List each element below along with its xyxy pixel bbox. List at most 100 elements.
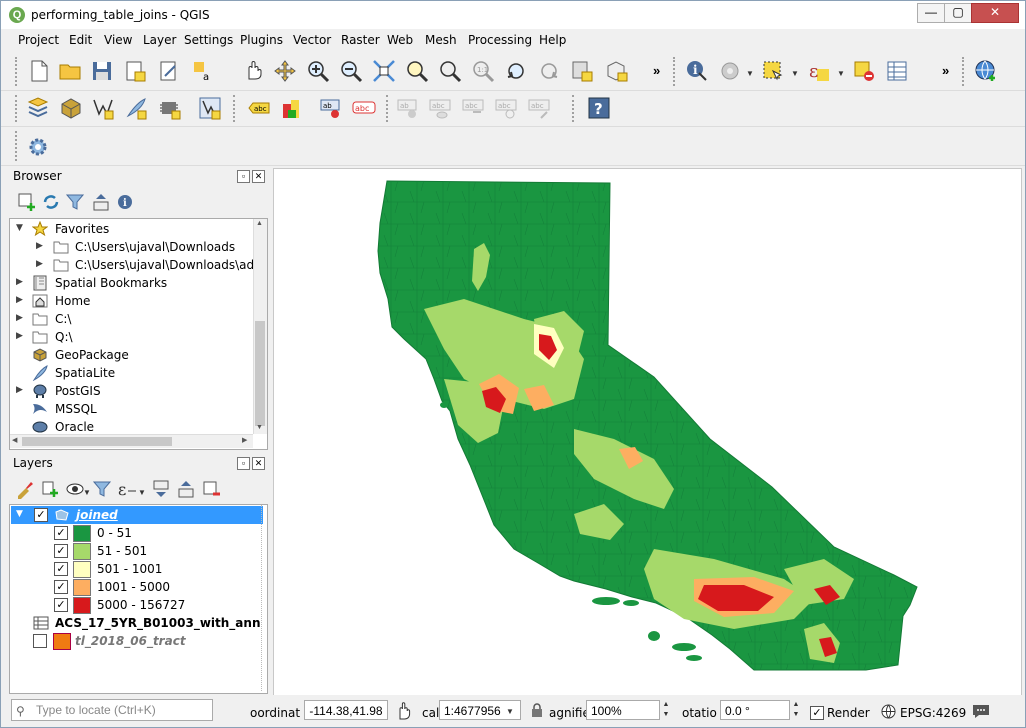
- class-visibility-checkbox[interactable]: ✓: [54, 580, 68, 594]
- class-visibility-checkbox[interactable]: ✓: [54, 598, 68, 612]
- select-features-icon[interactable]: [761, 59, 785, 83]
- deselect-features-icon[interactable]: [852, 59, 876, 83]
- rotate-label-icon[interactable]: abc: [494, 96, 518, 120]
- browser-item-mssql[interactable]: MSSQL: [10, 400, 253, 418]
- manage-map-themes-icon[interactable]: [65, 479, 85, 499]
- collapse-arrow-icon[interactable]: ▼: [16, 509, 23, 519]
- menu-vector[interactable]: Vector: [293, 33, 331, 47]
- crs-button[interactable]: EPSG:4269: [900, 706, 966, 720]
- layout-manager-icon[interactable]: [157, 59, 181, 83]
- toolbar-handle[interactable]: [15, 95, 21, 122]
- menu-mesh[interactable]: Mesh: [425, 33, 457, 47]
- scrollbar-thumb[interactable]: [22, 437, 172, 446]
- render-checkbox[interactable]: ✓: [810, 706, 824, 720]
- zoom-to-selection-icon[interactable]: [405, 59, 429, 83]
- add-wms-layer-icon[interactable]: [974, 59, 998, 83]
- close-panel-icon[interactable]: ✕: [252, 170, 265, 183]
- float-panel-icon[interactable]: ▫: [237, 457, 250, 470]
- maximize-button[interactable]: ▢: [944, 3, 972, 23]
- class-visibility-checkbox[interactable]: ✓: [54, 544, 68, 558]
- new-project-icon[interactable]: [27, 59, 51, 83]
- browser-item-c-drive[interactable]: ▶ C:\: [10, 310, 253, 328]
- legend-class-4[interactable]: ✓ 1001 - 5000: [10, 578, 253, 596]
- dropdown-arrow-icon[interactable]: ▼: [791, 69, 799, 78]
- remove-layer-icon[interactable]: [201, 479, 221, 499]
- layer-visibility-checkbox[interactable]: ✓: [34, 508, 48, 522]
- open-layer-styling-icon[interactable]: [15, 479, 35, 499]
- scroll-right-icon[interactable]: ▶: [242, 436, 247, 444]
- toggle-extents-icon[interactable]: [395, 701, 415, 721]
- toolbar-handle[interactable]: [15, 131, 21, 161]
- close-button[interactable]: ✕: [971, 3, 1019, 23]
- class-visibility-checkbox[interactable]: ✓: [54, 562, 68, 576]
- new-virtual-layer-icon[interactable]: [158, 96, 182, 120]
- browser-item-q-drive[interactable]: ▶ Q:\: [10, 328, 253, 346]
- scroll-left-icon[interactable]: ◀: [12, 436, 17, 444]
- filter-legend-icon[interactable]: [92, 479, 112, 499]
- toolbar-overflow-2[interactable]: »: [942, 63, 949, 78]
- toolbar-overflow-1[interactable]: »: [653, 63, 660, 78]
- layer-labeling-options-icon[interactable]: abc: [247, 96, 271, 120]
- expand-arrow-icon[interactable]: ▶: [16, 295, 23, 305]
- legend-class-1[interactable]: ✓ 0 - 51: [10, 524, 253, 542]
- browser-item-advanced-downloads[interactable]: ▶ C:\Users\ujaval\Downloads\advar: [10, 256, 267, 274]
- collapse-all-icon[interactable]: [176, 479, 196, 499]
- pan-map-icon[interactable]: [241, 59, 265, 83]
- filter-browser-icon[interactable]: [65, 192, 85, 212]
- rotation-spin-buttons[interactable]: ▲ ▼: [790, 700, 802, 720]
- toolbar-handle[interactable]: [233, 95, 239, 122]
- data-source-manager-icon[interactable]: [26, 96, 50, 120]
- run-feature-action-icon[interactable]: [718, 59, 742, 83]
- messages-icon[interactable]: [971, 703, 991, 719]
- layer-acs-table[interactable]: ACS_17_5YR_B01003_with_ann: [10, 614, 261, 632]
- coordinate-field[interactable]: -114.38,41.98: [304, 700, 388, 720]
- browser-vertical-scrollbar[interactable]: ▲ ▼: [253, 219, 267, 434]
- scrollbar-thumb[interactable]: [255, 321, 265, 426]
- menu-edit[interactable]: Edit: [69, 33, 92, 47]
- change-label-icon[interactable]: abc: [527, 96, 551, 120]
- close-panel-icon[interactable]: ✕: [252, 457, 265, 470]
- dropdown-arrow-icon[interactable]: ▼: [83, 488, 91, 497]
- help-contents-icon[interactable]: ?: [587, 96, 611, 120]
- browser-item-downloads[interactable]: ▶ C:\Users\ujaval\Downloads: [10, 238, 253, 256]
- new-temporary-layer-icon[interactable]: [198, 96, 222, 120]
- dropdown-arrow-icon[interactable]: ▼: [506, 707, 514, 716]
- menu-plugins[interactable]: Plugins: [240, 33, 283, 47]
- zoom-in-icon[interactable]: [306, 59, 330, 83]
- new-geopackage-layer-icon[interactable]: [59, 96, 83, 120]
- browser-item-geopackage[interactable]: GeoPackage: [10, 346, 253, 364]
- toolbar-handle[interactable]: [572, 95, 578, 122]
- add-selected-layers-icon[interactable]: [17, 192, 37, 212]
- layer-diagram-options-icon[interactable]: [280, 96, 304, 120]
- menu-processing[interactable]: Processing: [468, 33, 532, 47]
- menu-view[interactable]: View: [104, 33, 132, 47]
- processing-toolbox-icon[interactable]: [26, 135, 50, 159]
- new-3d-map-view-icon[interactable]: [605, 59, 629, 83]
- toolbar-handle[interactable]: [386, 95, 392, 122]
- expand-all-icon[interactable]: [151, 479, 171, 499]
- menu-layer[interactable]: Layer: [143, 33, 176, 47]
- browser-item-home[interactable]: ▶ Home: [10, 292, 253, 310]
- menu-raster[interactable]: Raster: [341, 33, 380, 47]
- toolbar-handle[interactable]: [962, 57, 968, 86]
- dropdown-arrow-icon[interactable]: ▼: [837, 69, 845, 78]
- browser-item-favorites[interactable]: ▼ Favorites: [10, 220, 253, 238]
- browser-item-postgis[interactable]: ▶ PostGIS: [10, 382, 253, 400]
- show-hidden-labels-icon[interactable]: abc: [428, 96, 452, 120]
- expand-arrow-icon[interactable]: ▶: [36, 259, 43, 269]
- new-map-view-icon[interactable]: [570, 59, 594, 83]
- magnifier-spinbox[interactable]: 100%: [586, 700, 660, 720]
- select-by-expression-icon[interactable]: ε: [807, 59, 831, 83]
- show-hide-labels-icon[interactable]: ab: [396, 96, 420, 120]
- style-manager-icon[interactable]: a: [191, 59, 215, 83]
- properties-info-icon[interactable]: i: [115, 192, 135, 212]
- toolbar-handle[interactable]: [673, 57, 679, 86]
- crs-globe-icon[interactable]: [881, 704, 896, 719]
- zoom-last-icon[interactable]: [504, 59, 528, 83]
- map-canvas[interactable]: [273, 168, 1022, 696]
- filter-by-expression-icon[interactable]: ε: [117, 479, 137, 499]
- expand-arrow-icon[interactable]: ▶: [16, 277, 23, 287]
- legend-class-5[interactable]: ✓ 5000 - 156727: [10, 596, 253, 614]
- expand-arrow-icon[interactable]: ▶: [16, 385, 23, 395]
- toolbar-handle[interactable]: [15, 57, 21, 86]
